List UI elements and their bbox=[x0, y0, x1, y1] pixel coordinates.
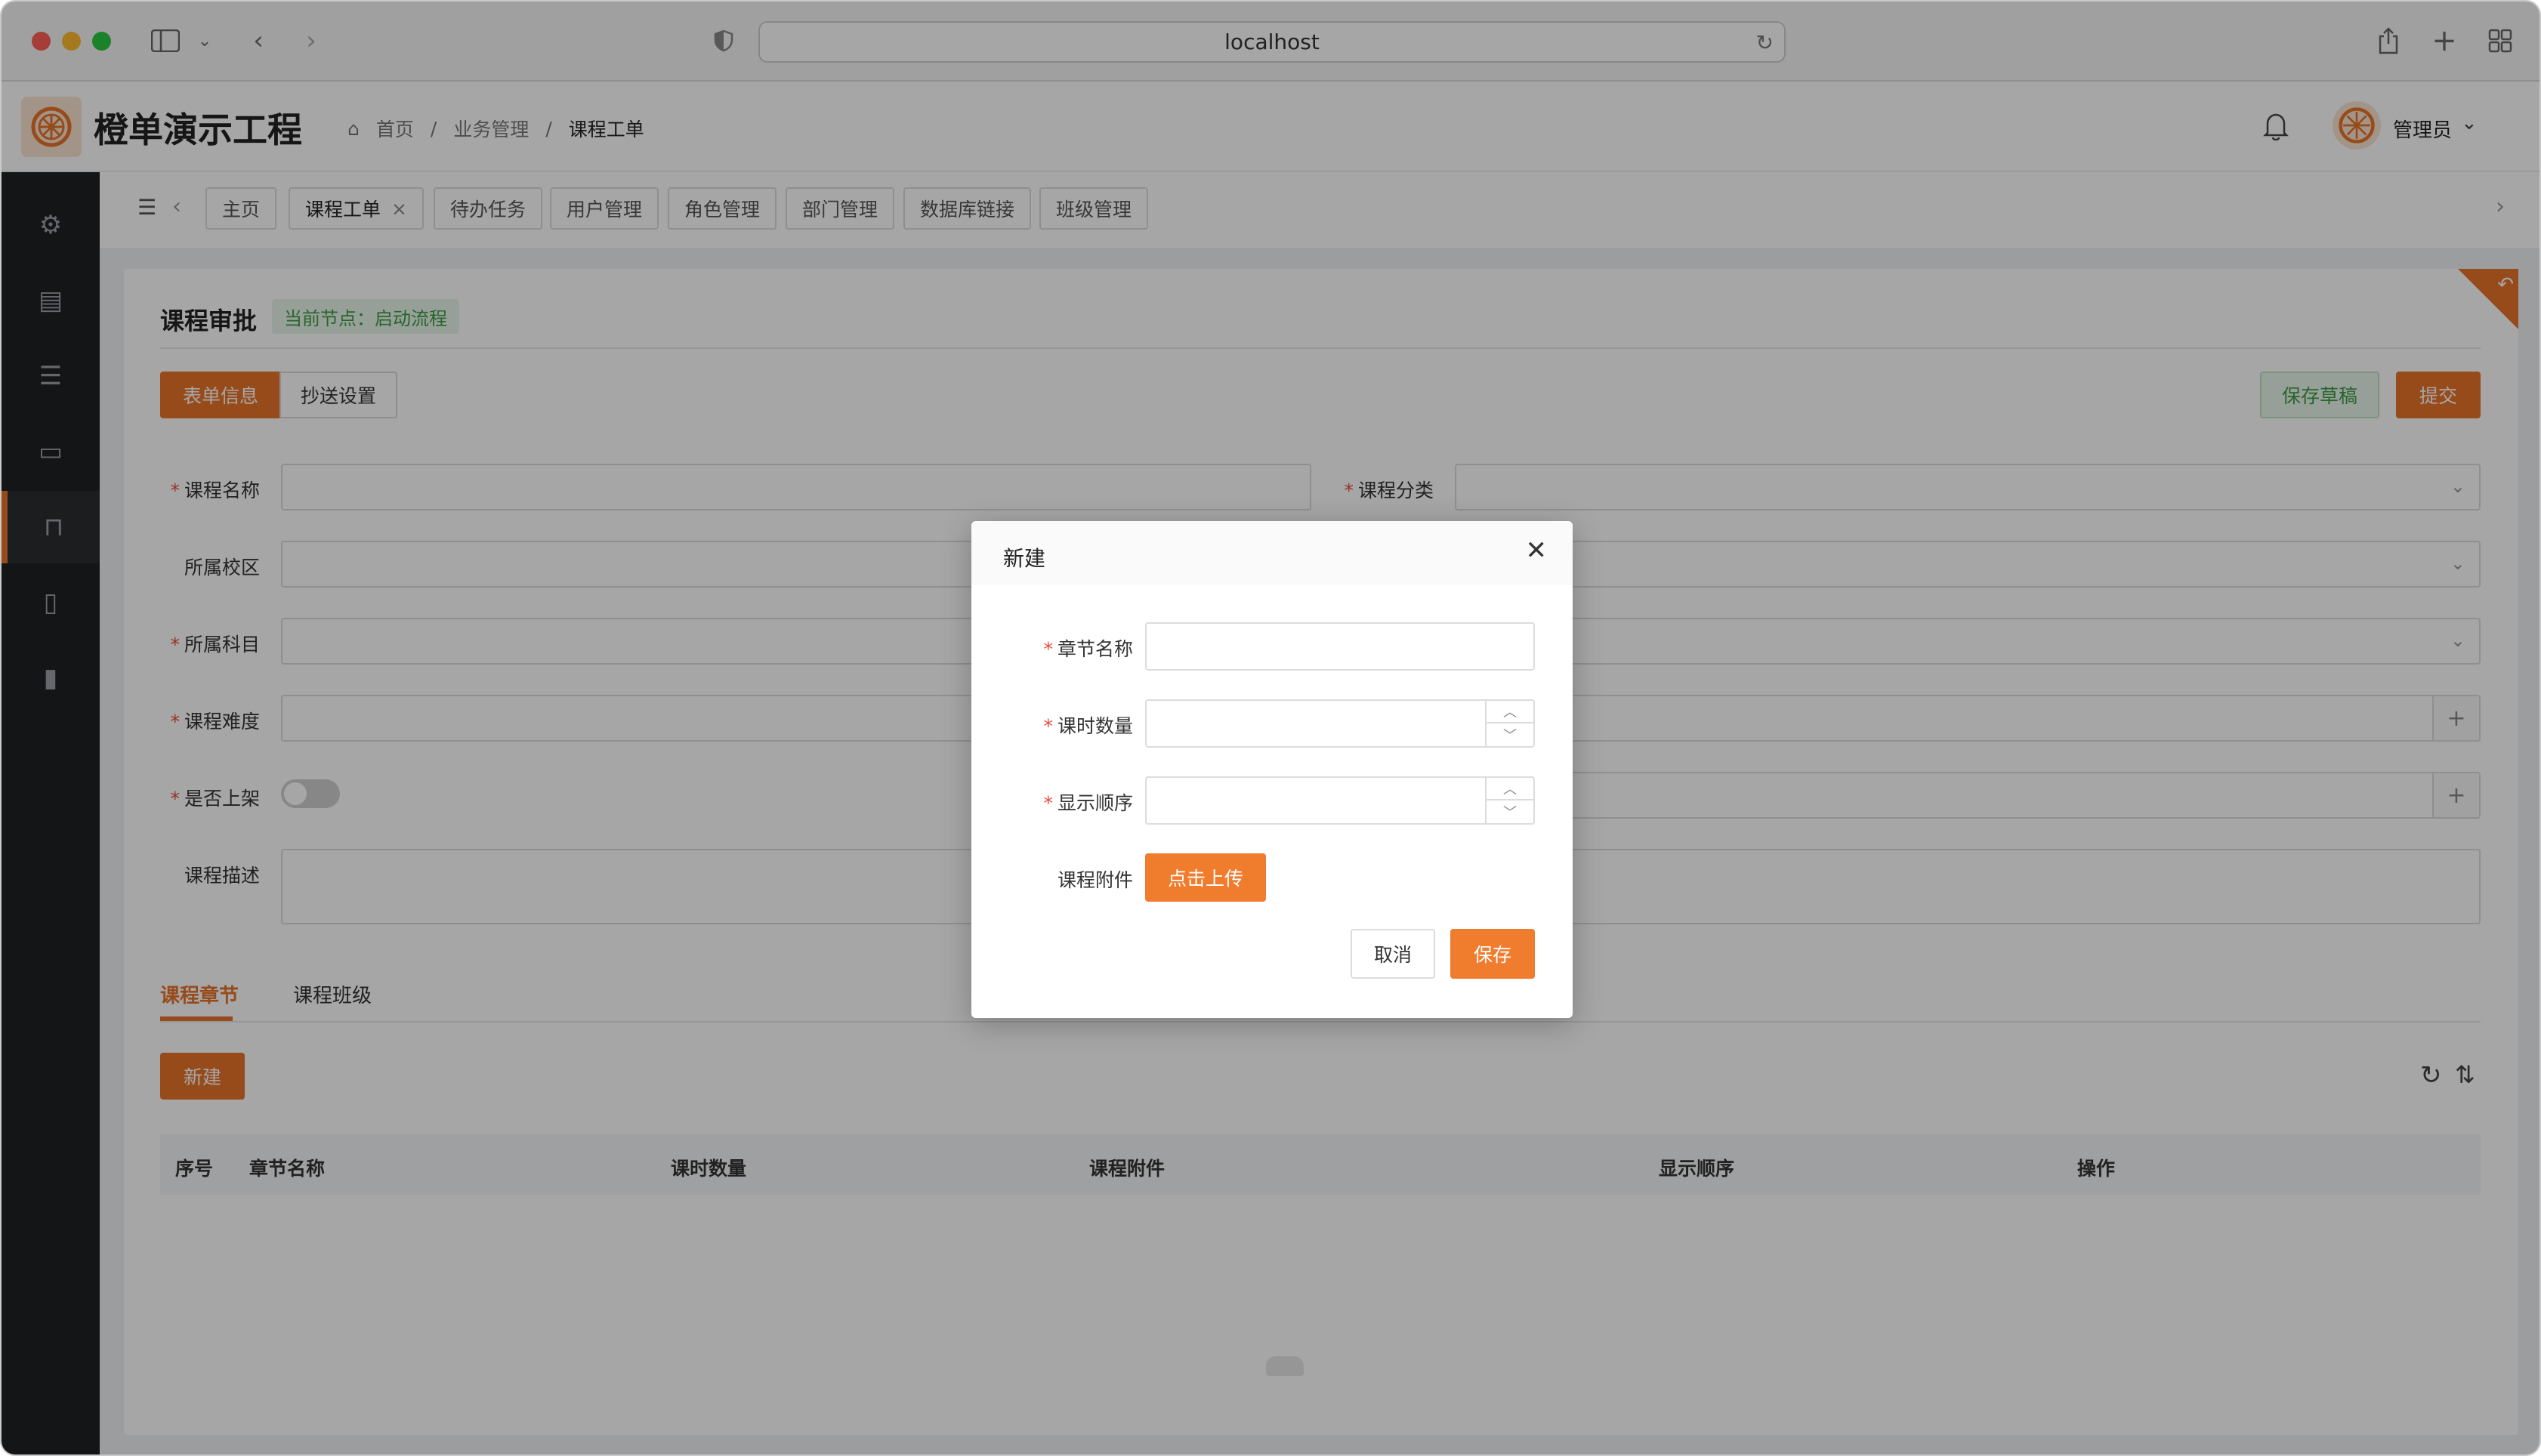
save-button[interactable]: 保存 bbox=[1450, 929, 1535, 979]
new-chapter-dialog: 新建 ✕ * 章节名称 * 课时数量 ︿ ﹀ * 显示顺序 ︿ ﹀ 课程附件 点击上传… bbox=[971, 521, 1573, 1018]
chevron-down-icon[interactable]: ﹀ bbox=[1487, 723, 1533, 746]
stepper-controls: ︿ ﹀ bbox=[1485, 701, 1533, 746]
attachment-label: 课程附件 bbox=[1057, 869, 1133, 891]
chevron-down-icon[interactable]: ﹀ bbox=[1487, 800, 1533, 823]
stepper-controls: ︿ ﹀ bbox=[1485, 778, 1533, 823]
chevron-up-icon[interactable]: ︿ bbox=[1487, 701, 1533, 723]
chapter-name-input[interactable] bbox=[1145, 622, 1535, 671]
dialog-header: 新建 ✕ bbox=[971, 521, 1573, 585]
upload-button[interactable]: 点击上传 bbox=[1145, 853, 1266, 902]
chapter-name-label: * 章节名称 bbox=[1043, 638, 1133, 660]
hours-stepper[interactable]: ︿ ﹀ bbox=[1145, 699, 1535, 748]
order-label: * 显示顺序 bbox=[1043, 792, 1133, 814]
cancel-button[interactable]: 取消 bbox=[1351, 929, 1435, 979]
browser-window: ⌄ ‹ › localhost ↻ + 橙单演示工程 ⌂ 首页 / 业务管理 /… bbox=[0, 0, 2541, 1456]
close-icon[interactable]: ✕ bbox=[1526, 538, 1548, 563]
dialog-title: 新建 bbox=[1003, 546, 1046, 571]
order-stepper[interactable]: ︿ ﹀ bbox=[1145, 776, 1535, 825]
hours-label: * 课时数量 bbox=[1043, 715, 1133, 737]
chevron-up-icon[interactable]: ︿ bbox=[1487, 778, 1533, 800]
